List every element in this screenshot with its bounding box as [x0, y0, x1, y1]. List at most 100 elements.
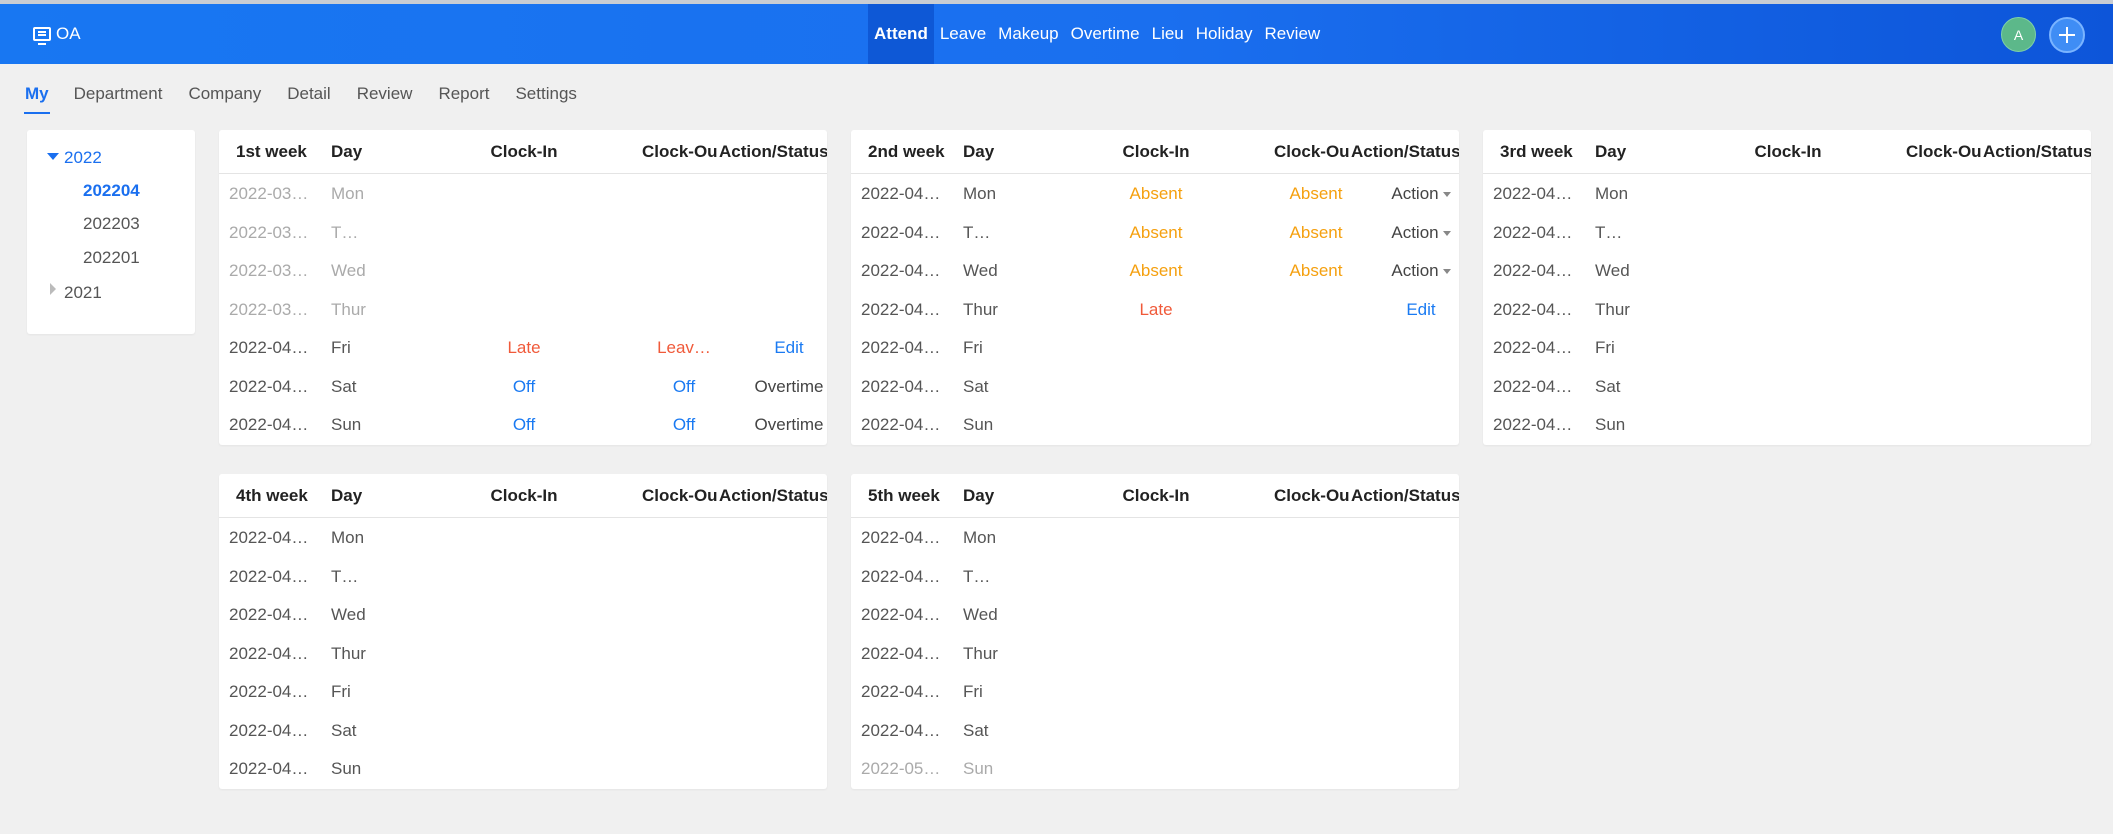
col-clock-in: Clock-In [1754, 142, 1822, 161]
col-clock-out: Clock-Ou [642, 486, 718, 505]
row-date: 2022-04… [1493, 415, 1573, 434]
row-date: 2022-04… [861, 682, 941, 701]
tab-my[interactable]: My [24, 80, 50, 114]
row-date: 2022-04… [861, 261, 941, 280]
row-day: Sat [963, 376, 989, 396]
table-row: 2022-04… Wed [219, 595, 827, 634]
row-date: 2022-04… [1493, 376, 1573, 396]
row-day: Mon [1595, 184, 1629, 203]
table-row: 2022-05… Sun [851, 749, 1459, 788]
nav-review[interactable]: Review [1258, 4, 1326, 64]
action-status[interactable]: Overtime [739, 377, 827, 397]
row-date: 2022-04… [861, 528, 941, 547]
add-button[interactable] [2049, 17, 2085, 53]
row-day: Wed [963, 605, 998, 624]
table-row: 2022-04… Sat [851, 711, 1459, 750]
table-row: 2022-04… Fri [219, 672, 827, 711]
row-date: 2022-04… [861, 299, 941, 319]
row-day: T… [331, 222, 359, 242]
nav-makeup[interactable]: Makeup [992, 4, 1064, 64]
row-date: 2022-04… [1493, 222, 1573, 242]
table-row: 2022-04… Mon [1483, 174, 2091, 213]
chevron-down-icon [1442, 269, 1451, 275]
action-dropdown[interactable]: Action [1371, 261, 1459, 281]
table-row: 2022-04… Thur [1483, 290, 2091, 329]
row-day: Wed [1595, 261, 1630, 280]
table-row: 2022-04… Sun [1483, 405, 2091, 444]
tab-detail[interactable]: Detail [287, 80, 330, 114]
table-row: 2022-04… Sat [851, 367, 1459, 406]
week-title: 2nd week [868, 142, 945, 161]
caret-right-icon[interactable] [50, 283, 56, 295]
table-row: 2022-04… Thur [851, 634, 1459, 673]
col-clock-out: Clock-Ou [1274, 142, 1350, 161]
table-row: 2022-03… Mon [219, 174, 827, 213]
tab-settings[interactable]: Settings [515, 80, 576, 114]
table-row: 2022-04… Sat Off Off Overtime [219, 367, 827, 406]
row-date: 2022-04… [861, 415, 941, 434]
row-day: Sun [331, 759, 362, 778]
row-day: Fri [963, 338, 983, 357]
avatar[interactable]: A [2001, 17, 2036, 52]
action-label: Action [1391, 261, 1439, 280]
row-date: 2022-04… [1493, 299, 1573, 319]
nav-lieu[interactable]: Lieu [1146, 4, 1190, 64]
col-clock-in: Clock-In [490, 486, 558, 505]
week-title: 1st week [236, 142, 307, 161]
nav-leave[interactable]: Leave [934, 4, 992, 64]
row-day: Mon [331, 184, 365, 203]
clock-out-status: Leav… [657, 338, 711, 357]
action-status[interactable]: Overtime [739, 415, 827, 435]
sub-nav: My Department Company Detail Review Repo… [24, 80, 603, 114]
app-logo[interactable]: OA [33, 23, 81, 45]
tab-company[interactable]: Company [188, 80, 261, 114]
week-header: 5th week Day Clock-In Clock-Ou Action/Status [851, 474, 1459, 518]
tab-report[interactable]: Report [438, 80, 489, 114]
action-dropdown[interactable]: Action [1371, 184, 1459, 204]
action-label: Overtime [754, 415, 824, 434]
caret-down-icon[interactable] [47, 153, 59, 160]
edit-link[interactable]: Edit [739, 338, 827, 358]
action-dropdown[interactable]: Action [1371, 223, 1459, 243]
row-day: T… [963, 566, 991, 586]
table-row: 2022-03… Wed [219, 251, 827, 290]
top-header: OA Attend Leave Makeup Overtime Lieu Hol… [0, 4, 2113, 64]
week-card: 4th week Day Clock-In Clock-Ou Action/Status… [219, 474, 827, 789]
edit-link[interactable]: Edit [1371, 300, 1459, 320]
tab-review[interactable]: Review [357, 80, 413, 114]
nav-overtime[interactable]: Overtime [1065, 4, 1146, 64]
tree-month[interactable]: 202203 [83, 213, 140, 235]
row-date: 2022-04… [229, 566, 309, 586]
table-row: 2022-04… Fri [1483, 328, 2091, 367]
row-date: 2022-03… [229, 222, 309, 242]
table-row: 2022-04… Thur [219, 634, 827, 673]
nav-holiday[interactable]: Holiday [1190, 4, 1259, 64]
col-clock-out: Clock-Ou [1906, 142, 1982, 161]
nav-attend[interactable]: Attend [868, 4, 934, 64]
tree-month[interactable]: 202201 [83, 247, 140, 269]
table-row: 2022-04… Sun [851, 405, 1459, 444]
row-day: Sun [963, 759, 994, 778]
action-label: Overtime [754, 376, 824, 396]
clock-out-status: Absent [1289, 184, 1343, 203]
tab-department[interactable]: Department [74, 80, 163, 114]
row-day: Thur [963, 299, 998, 319]
table-row: 2022-04… Wed [851, 595, 1459, 634]
clock-in-status: Late [1139, 299, 1173, 319]
row-date: 2022-04… [1493, 184, 1573, 203]
col-action-status: Action/Status [1351, 486, 1459, 505]
row-date: 2022-04… [1493, 338, 1573, 357]
col-action-status: Action/Status [1983, 142, 2091, 161]
row-day: Sun [963, 415, 994, 434]
tree-year-2022[interactable]: 2022 [64, 147, 102, 169]
tree-year-2021[interactable]: 2021 [64, 282, 102, 304]
row-date: 2022-05… [861, 759, 941, 778]
week-title: 3rd week [1500, 142, 1573, 161]
col-day: Day [963, 142, 995, 161]
row-day: Thur [331, 299, 366, 319]
tree-month-selected[interactable]: 202204 [83, 180, 140, 202]
table-row: 2022-04… Sat [1483, 367, 2091, 406]
week-header: 3rd week Day Clock-In Clock-Ou Action/Status [1483, 130, 2091, 174]
table-row: 2022-04… T… Absent Absent Action [851, 213, 1459, 252]
clock-in-status: Absent [1129, 184, 1183, 203]
